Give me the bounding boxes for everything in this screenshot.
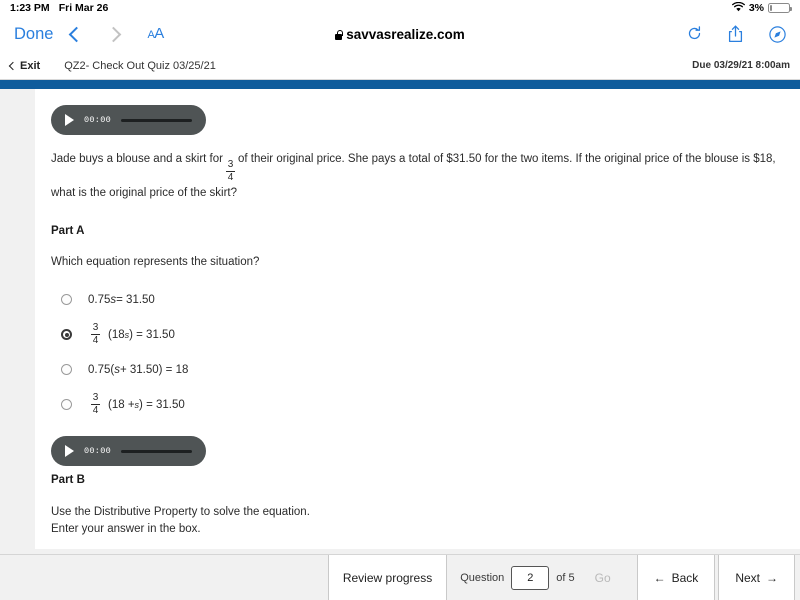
audio-time-label: 00:00 [84,115,112,125]
accent-bar [0,80,800,89]
play-icon[interactable] [65,445,74,457]
choice-c-prefix: 0.75( [88,363,115,376]
audio-player-question[interactable]: 00:00 [51,105,206,135]
choice-option-c[interactable]: 0.75(s + 31.50) = 18 [51,352,780,387]
choice-d-fraction: 34 [91,393,100,416]
page-body: 00:00 Jade buys a blouse and a skirt for… [0,89,800,554]
arrow-left-icon: ← [653,570,666,585]
choice-b-denominator: 4 [92,335,99,346]
browser-nav-controls [69,26,122,42]
choice-b-open: (18 [108,328,125,341]
radio-button-c[interactable] [61,364,72,375]
choice-a-prefix: 0.75 [88,293,111,306]
status-bar-left: 1:23 PM Fri Mar 26 [10,2,108,14]
choice-d-numerator: 3 [92,392,99,403]
radio-button-b[interactable] [61,329,72,340]
choice-a-text: 0.75 s = 31.50 [88,294,155,306]
battery-icon [768,3,792,13]
lock-icon [335,29,343,40]
part-b-instruction-line2: Enter your answer in the box. [51,523,201,535]
exit-button[interactable]: Exit [8,59,41,72]
fraction-numerator: 3 [227,159,234,170]
ios-status-bar: 1:23 PM Fri Mar 26 3% [0,0,800,16]
safari-toolbar: Done AA savvasrealize.com [0,16,800,52]
review-progress-label: Review progress [342,570,433,585]
choice-a-suffix: = 31.50 [116,293,155,306]
text-size-button[interactable]: AA [147,25,164,43]
back-button[interactable]: ← Back [636,555,716,600]
reload-icon[interactable] [687,26,702,42]
choice-b-numerator: 3 [92,322,99,333]
choice-d-text: 34 (18 + s) = 31.50 [88,393,185,416]
status-time: 1:23 PM [10,2,50,14]
chevron-right-icon [106,26,122,42]
chevron-left-icon [8,61,18,70]
choice-d-suffix: ) = 31.50 [139,398,185,411]
fraction-three-fourths: 34 [225,159,235,183]
radio-button-a[interactable] [61,294,72,305]
next-button[interactable]: Next → [718,555,795,600]
fraction-denominator: 4 [227,172,234,183]
quiz-header-bar: Exit QZ2- Check Out Quiz 03/25/21 Due 03… [0,52,800,80]
part-b-instruction-line1: Use the Distributive Property to solve t… [51,506,310,518]
audio-progress-track[interactable] [121,118,192,122]
part-b-label: Part B [51,474,85,486]
choice-b-fraction: 34 [91,323,100,346]
question-label: Question [460,571,505,584]
arrow-right-icon: → [766,570,778,585]
battery-percent-label: 3% [748,2,764,14]
question-text-part1: Jade buys a blouse and a skirt for [51,153,223,165]
question-card: 00:00 Jade buys a blouse and a skirt for… [35,89,800,549]
audio-player-part-b[interactable]: 00:00 [51,436,206,466]
status-bar-right: 3% [731,1,792,15]
due-date-label: Due 03/29/21 8:00am [692,60,790,71]
answer-choices: 0.75 s = 31.50 34 (18 s) = 31.50 0.75(s + … [51,282,780,422]
audio-progress-track[interactable] [121,449,192,453]
review-progress-button[interactable]: Review progress [327,555,448,600]
exit-label: Exit [20,59,41,72]
play-icon[interactable] [65,114,74,126]
compass-icon[interactable] [769,25,786,43]
url-text: savvasrealize.com [346,26,465,42]
question-text: Jade buys a blouse and a skirt for 3 4 of t… [51,149,780,203]
back-label: Back [671,570,699,585]
choice-option-d[interactable]: 34 (18 + s) = 31.50 [51,387,780,422]
question-number-input[interactable]: 2 [511,565,550,590]
part-a-prompt: Which equation represents the situation? [51,256,260,268]
choice-c-text: 0.75(s + 31.50) = 18 [88,364,188,376]
status-date: Fri Mar 26 [58,2,109,14]
text-size-large-a: A [154,25,164,42]
choice-option-a[interactable]: 0.75 s = 31.50 [51,282,780,317]
chevron-left-icon[interactable] [69,26,85,42]
question-total-label: of 5 [556,571,575,584]
radio-button-d[interactable] [61,399,72,410]
part-a-label: Part A [51,225,85,237]
share-icon[interactable] [728,25,743,43]
go-button[interactable]: Go [581,570,624,585]
quiz-title: QZ2- Check Out Quiz 03/25/21 [64,59,216,72]
next-label: Next [735,570,760,585]
done-button[interactable]: Done [14,25,53,44]
choice-b-text: 34 (18 s) = 31.50 [88,323,175,346]
choice-option-b[interactable]: 34 (18 s) = 31.50 [51,317,780,352]
wifi-icon [731,1,745,15]
quiz-footer-bar: Review progress Question 2 of 5 Go ← Bac… [0,554,800,600]
safari-right-icons [687,25,786,43]
choice-d-denominator: 4 [92,405,99,416]
choice-b-suffix: ) = 31.50 [129,328,175,341]
choice-c-suffix: + 31.50) = 18 [119,363,189,376]
choice-d-open: (18 + [108,398,135,411]
audio-time-label: 00:00 [84,446,112,456]
question-navigator: Question 2 of 5 Go [450,555,633,600]
